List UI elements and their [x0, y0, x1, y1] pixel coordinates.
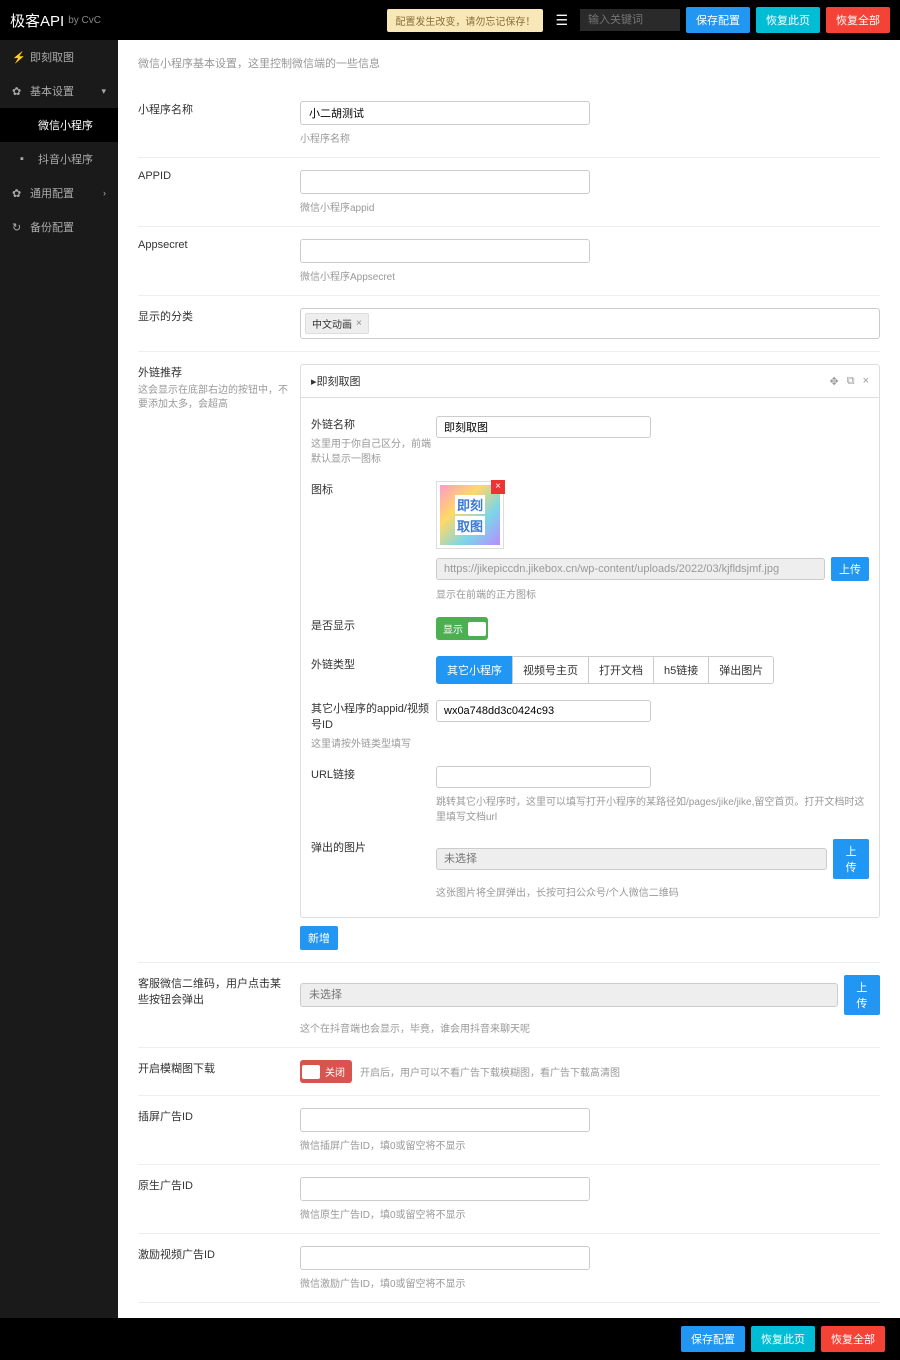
chevron-down-icon: ▾ — [101, 86, 106, 97]
help-icon: 显示在前端的正方图标 — [436, 586, 869, 601]
sidebar-item-basic[interactable]: ✿基本设置▾ — [0, 74, 118, 108]
topbar: 极客API by CvC 配置发生改变，请勿忘记保存！ ☰ 保存配置 恢复此页 … — [0, 0, 900, 40]
label-appid: APPID — [138, 170, 290, 182]
show-toggle[interactable]: 显示 — [436, 617, 488, 640]
footer-restore-page-button[interactable]: 恢复此页 — [751, 1326, 815, 1352]
help-ad1: 微信插屏广告ID，填0或留空将不显示 — [300, 1137, 880, 1152]
label-blur: 开启模糊图下载 — [138, 1060, 290, 1076]
gear-icon: ✿ — [12, 85, 24, 98]
outlink-panel: ▸ 即刻取图✥⧉× 外链名称这里用于你自己区分，前端默认显示一图标 图标 即刻取… — [300, 364, 880, 918]
label-url: URL链接 — [311, 766, 436, 823]
upload-img-button[interactable]: 上传 — [833, 839, 869, 879]
search-input[interactable] — [580, 9, 680, 31]
label-outlink: 外链推荐 — [138, 364, 290, 380]
copy-icon[interactable]: ⧉ — [847, 375, 855, 388]
bottombar: 保存配置 恢复此页 恢复全部 — [0, 1318, 900, 1360]
tag-remove-icon[interactable]: × — [356, 318, 362, 329]
category-tagbox[interactable]: 中文动画× — [300, 308, 880, 339]
footer-restore-all-button[interactable]: 恢复全部 — [821, 1326, 885, 1352]
help-qrcode: 这个在抖音端也会显示，毕竟，谁会用抖音来聊天呢 — [300, 1020, 880, 1035]
link-name-input[interactable] — [436, 416, 651, 438]
icon-thumb: 即刻取图× — [436, 481, 504, 549]
app-name-input[interactable] — [300, 101, 590, 125]
bolt-icon: ⚡ — [12, 51, 24, 64]
backup-icon: ↻ — [12, 221, 24, 234]
help-appid: 微信小程序appid — [300, 199, 880, 214]
label-ad3: 激励视频广告ID — [138, 1246, 290, 1262]
ad3-input[interactable] — [300, 1246, 590, 1270]
restore-page-button[interactable]: 恢复此页 — [756, 7, 820, 33]
sidebar-item-jike[interactable]: ⚡即刻取图 — [0, 40, 118, 74]
logo-sub: by CvC — [68, 15, 101, 26]
url-input[interactable] — [436, 766, 651, 788]
desc-target-appid: 这里请按外链类型填写 — [311, 735, 436, 750]
label-link-name: 外链名称 — [311, 416, 436, 432]
help-ad2: 微信原生广告ID，填0或留空将不显示 — [300, 1206, 880, 1221]
close-icon[interactable]: × — [863, 375, 869, 388]
footer-save-button[interactable]: 保存配置 — [681, 1326, 745, 1352]
upload-qrcode-button[interactable]: 上传 — [844, 975, 880, 1015]
help-popup-img: 这张图片将全屏弹出，长按可扫公众号/个人微信二维码 — [436, 884, 869, 899]
appid-input[interactable] — [300, 170, 590, 194]
label-popup-img: 弹出的图片 — [311, 839, 436, 899]
type-opt-0[interactable]: 其它小程序 — [436, 656, 513, 684]
label-app-name: 小程序名称 — [138, 101, 290, 117]
label-category: 显示的分类 — [138, 308, 290, 324]
move-icon[interactable]: ✥ — [829, 375, 838, 388]
category-tag: 中文动画× — [305, 313, 369, 334]
gear-icon: ✿ — [12, 187, 24, 200]
sidebar-item-general[interactable]: ✿通用配置› — [0, 176, 118, 210]
thumb-remove-icon[interactable]: × — [491, 480, 505, 494]
section-description: 微信小程序基本设置，这里控制微信端的一些信息 — [138, 55, 880, 71]
video-icon: ▪ — [20, 153, 32, 165]
grid-icon[interactable]: ☰ — [549, 12, 574, 29]
label-icon: 图标 — [311, 481, 436, 497]
sidebar-item-douyin[interactable]: ▪抖音小程序 — [0, 142, 118, 176]
add-outlink-button[interactable]: 新增 — [300, 926, 338, 950]
help-app-name: 小程序名称 — [300, 130, 880, 145]
type-opt-1[interactable]: 视频号主页 — [512, 656, 589, 684]
target-appid-input[interactable] — [436, 700, 651, 722]
sidebar: ⚡即刻取图 ✿基本设置▾ 微信小程序 ▪抖音小程序 ✿通用配置› ↻备份配置 — [0, 40, 118, 1318]
blur-toggle[interactable]: 关闭 — [300, 1060, 352, 1083]
appsecret-input[interactable] — [300, 239, 590, 263]
chevron-right-icon: › — [103, 188, 106, 198]
label-link-type: 外链类型 — [311, 656, 436, 684]
help-url: 跳转其它小程序时，这里可以填写打开小程序的某路径如/pages/jike/jik… — [436, 793, 869, 823]
desc-outlink: 这会显示在底部右边的按钮中，不要添加太多，会超高 — [138, 384, 290, 412]
upload-icon-button[interactable]: 上传 — [831, 557, 869, 581]
help-ad3: 微信激励广告ID，填0或留空将不显示 — [300, 1275, 880, 1290]
type-opt-3[interactable]: h5链接 — [653, 656, 709, 684]
label-ad2: 原生广告ID — [138, 1177, 290, 1193]
label-target-appid: 其它小程序的appid/视频号ID — [311, 700, 436, 732]
desc-link-name: 这里用于你自己区分，前端默认显示一图标 — [311, 435, 436, 465]
icon-url-input[interactable] — [436, 558, 825, 580]
label-show: 是否显示 — [311, 617, 436, 640]
logo: 极客API — [10, 10, 64, 31]
ad1-input[interactable] — [300, 1108, 590, 1132]
type-opt-4[interactable]: 弹出图片 — [708, 656, 774, 684]
sidebar-item-backup[interactable]: ↻备份配置 — [0, 210, 118, 244]
config-change-notice: 配置发生改变，请勿忘记保存！ — [387, 9, 543, 32]
label-appsecret: Appsecret — [138, 239, 290, 251]
panel-header[interactable]: ▸ 即刻取图✥⧉× — [301, 365, 879, 398]
link-type-group: 其它小程序视频号主页打开文档h5链接弹出图片 — [436, 656, 869, 684]
help-appsecret: 微信小程序Appsecret — [300, 268, 880, 283]
help-blur: 开启后，用户可以不看广告下载模糊图，看广告下载高清图 — [360, 1064, 620, 1079]
label-ad1: 插屏广告ID — [138, 1108, 290, 1124]
sidebar-item-wechat[interactable]: 微信小程序 — [0, 108, 118, 142]
ad2-input[interactable] — [300, 1177, 590, 1201]
restore-all-button[interactable]: 恢复全部 — [826, 7, 890, 33]
qrcode-input[interactable] — [300, 983, 838, 1007]
save-button[interactable]: 保存配置 — [686, 7, 750, 33]
main-content: 微信小程序基本设置，这里控制微信端的一些信息 小程序名称小程序名称 APPID 微… — [118, 40, 900, 1318]
type-opt-2[interactable]: 打开文档 — [588, 656, 654, 684]
popup-img-input[interactable] — [436, 848, 827, 870]
label-qrcode: 客服微信二维码，用户点击某些按钮会弹出 — [138, 975, 290, 1007]
